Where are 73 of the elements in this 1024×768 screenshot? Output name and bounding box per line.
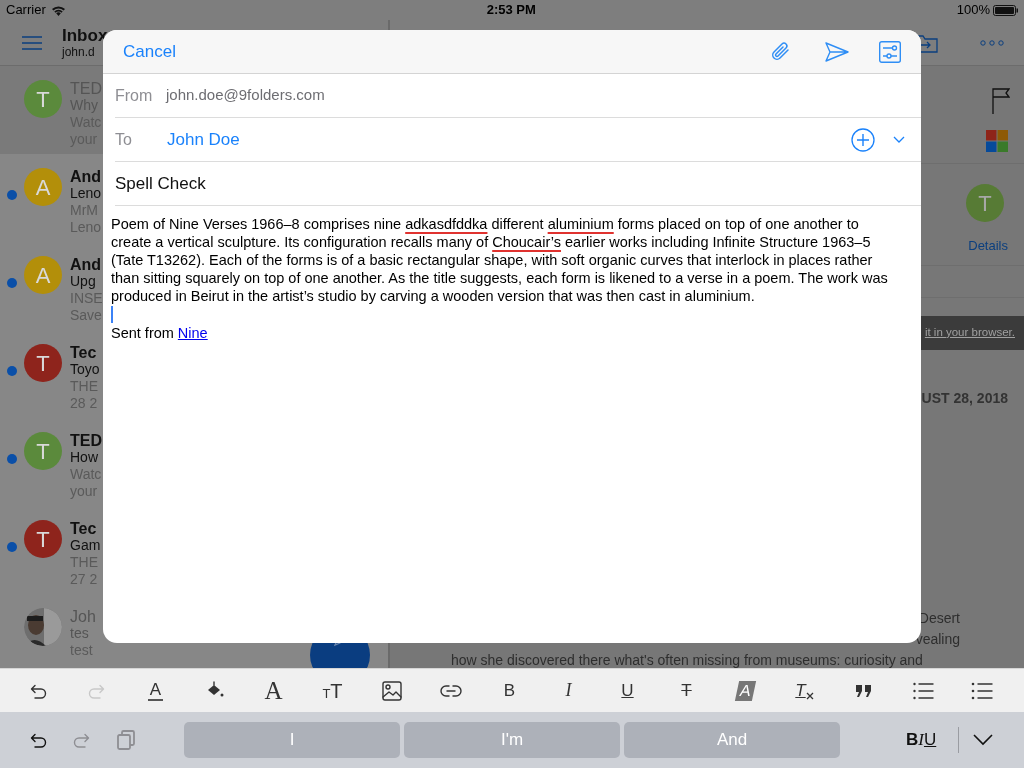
subject-field[interactable]: Spell Check [115,170,206,197]
plus-circle-icon [851,127,875,152]
subject-line: Gam [70,537,102,554]
sender-name: Tec [70,344,98,361]
subject-line: Toyo [70,361,101,378]
to-label: To [115,129,133,150]
battery-percent: 100% [956,1,990,20]
x-icon [805,691,814,700]
office-icon [986,130,1008,152]
font-color-button[interactable]: A [126,672,185,709]
more-button[interactable] [980,39,1004,46]
signature-text: Sent from [111,324,174,342]
sender-name: TED [70,432,103,449]
format-button[interactable]: BIU [906,730,937,750]
copy-icon [116,729,136,751]
avatar: T [24,344,62,382]
browser-link[interactable]: it in your browser. [924,323,1015,342]
bold-button[interactable]: B [480,672,539,709]
date-label: UST 28, 2018 [921,388,1008,408]
italic-button[interactable]: I [539,672,598,709]
cancel-button[interactable]: Cancel [123,38,176,65]
flag-button[interactable] [992,88,1010,114]
quote-icon [854,683,873,698]
menu-button[interactable] [22,35,42,50]
paperclip-icon [771,40,791,63]
options-button[interactable] [879,40,901,63]
wifi-icon [50,4,66,16]
attach-button[interactable] [771,40,791,63]
font-button[interactable]: A [244,672,303,709]
avatar: A [24,168,62,206]
carrier-label: Carrier [6,1,46,20]
send-icon [825,41,849,62]
avatar: T [24,80,62,118]
avatar: T [24,432,62,470]
subject-line: Leno [70,185,103,202]
clock: 2:53 PM [486,1,536,20]
text-size-button[interactable]: TT [303,672,362,709]
flag-icon [992,88,1010,114]
from-address: john.doe@9folders.com [166,85,325,106]
avatar: T [24,520,62,558]
battery-icon [993,4,1018,16]
image-icon [380,679,403,702]
hide-keyboard-button[interactable] [973,734,994,746]
chevron-down-icon [973,734,994,746]
signature-link[interactable]: Nine [177,324,208,342]
message-body[interactable]: Poem of Nine Verses 1966–8 comprises nine adkasdfddka different aluminium forms placed on top of one another to create a vertical sculpture. Its configuration recalls many of Choucair’s earlier works including Infinite Structure 1963–5 (Tate T13262). Each of the forms is of a basic rectangular shape, with soft organic curves that interlock in places rather than sitting squarely on top of one another. As the title suggests, each form is likened to a verse in a poem. The work was produced in Beirut in the artist’s studio by carving a wooden version that was then cast in aluminium. [111,215,901,305]
chevron-down-icon [893,135,905,144]
send-button[interactable] [825,41,849,62]
menu-icon [22,35,42,50]
clear-button[interactable]: T [775,672,834,709]
sender-name: Tec [70,520,98,537]
bullet-list-icon [970,680,993,701]
subject-line: How [70,449,99,466]
sliders-icon [879,40,901,63]
recipient-name: John Doe [167,128,240,151]
highlight-button[interactable]: A [716,672,775,709]
add-recipient-button[interactable] [851,127,875,152]
sender-avatar: T [966,184,1004,222]
text-cursor [111,306,113,323]
from-label: From [115,85,154,106]
avatar: A [24,256,62,294]
ellipsis-icon [980,39,1004,46]
sender-name: And [70,168,103,185]
inbox-title: Inbox [62,26,108,45]
email-text-line: vealing [915,630,960,649]
account-label: john.d [62,45,96,59]
strike-button[interactable]: T [657,672,716,709]
link-icon [439,683,462,698]
sender-name: And [70,256,103,273]
email-text-line: how she discovered there what's often missing from museums: curiosity and [451,651,923,670]
expand-button[interactable] [893,135,905,144]
subject-line: Upg [70,273,97,290]
underline-button[interactable]: U [598,672,657,709]
